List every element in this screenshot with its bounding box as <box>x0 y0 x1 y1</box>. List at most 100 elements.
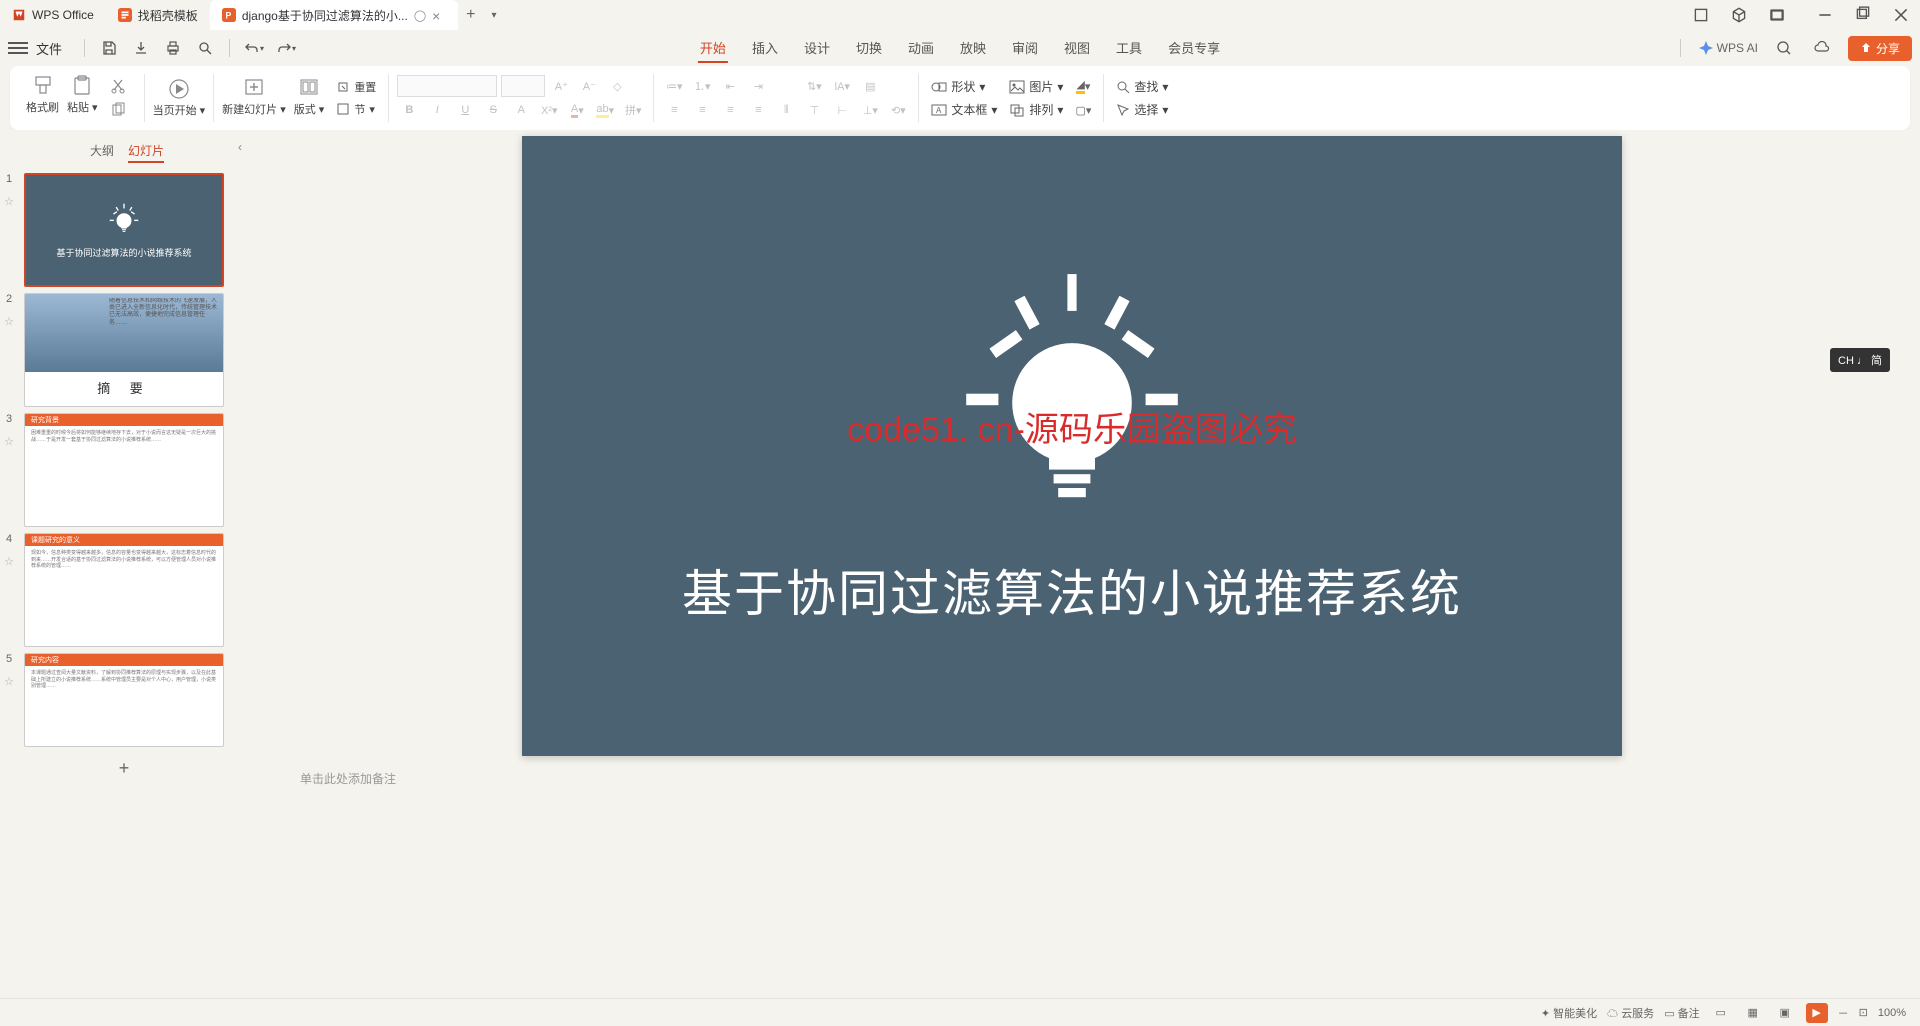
slide-thumb-1[interactable]: 基于协同过滤算法的小说推荐系统 <box>24 173 224 287</box>
align-center-icon[interactable]: ≡ <box>690 99 714 121</box>
distribute-icon[interactable]: ⫴ <box>774 99 798 121</box>
tab-wps-office[interactable]: WPS Office <box>0 0 106 30</box>
tab-insert[interactable]: 插入 <box>750 34 780 63</box>
bold-icon[interactable]: B <box>397 99 421 121</box>
fit-icon[interactable]: ⊡ <box>1859 1006 1868 1019</box>
arrange-button[interactable]: 排列 ▾ <box>1005 99 1067 120</box>
reset-button[interactable]: 重置 <box>332 77 380 97</box>
print-preview-icon[interactable] <box>193 36 217 60</box>
notes-button[interactable]: ▭ 备注 <box>1664 1005 1699 1021</box>
tab-view[interactable]: 视图 <box>1062 34 1092 63</box>
align-bottom-icon[interactable]: ⊥▾ <box>858 99 882 121</box>
strike-icon[interactable]: S <box>481 99 505 121</box>
wps-ai-button[interactable]: WPS AI <box>1699 41 1758 55</box>
slideshow-view-icon[interactable]: ▶ <box>1806 1003 1828 1023</box>
file-menu-button[interactable]: 文件 <box>36 39 62 58</box>
cloud-icon[interactable] <box>1810 36 1834 60</box>
fill-color-icon[interactable]: ◢▾ <box>1071 75 1095 97</box>
tab-tools[interactable]: 工具 <box>1114 34 1144 63</box>
superscript-icon[interactable]: X²▾ <box>537 99 561 121</box>
add-slide-button[interactable]: + <box>24 753 224 783</box>
outline-icon[interactable]: ▢▾ <box>1071 99 1095 121</box>
zoom-level[interactable]: 100% <box>1878 1007 1906 1019</box>
sorter-view-icon[interactable]: ▦ <box>1742 1003 1764 1023</box>
save-icon[interactable] <box>97 36 121 60</box>
print-icon[interactable] <box>161 36 185 60</box>
slides-tab[interactable]: 幻灯片 <box>128 140 164 163</box>
text-direction-icon[interactable]: lA▾ <box>830 75 854 97</box>
pinyin-icon[interactable]: 拼▾ <box>621 99 645 121</box>
highlight-icon[interactable]: ab▾ <box>593 99 617 121</box>
tab-slideshow[interactable]: 放映 <box>958 34 988 63</box>
star-icon[interactable]: ☆ <box>4 675 14 688</box>
tab-transition[interactable]: 切换 <box>854 34 884 63</box>
minimize-icon[interactable] <box>1806 0 1844 30</box>
increase-indent-icon[interactable]: ⇥ <box>746 75 770 97</box>
slide-thumb-3[interactable]: 研究背景 困难重重的时候今后将如何能够继续地存下去，对于小说而言这无疑是一次巨大… <box>24 413 224 527</box>
star-icon[interactable]: ☆ <box>4 555 14 568</box>
tab-menu-icon[interactable]: ◯ <box>414 9 426 22</box>
cut-icon[interactable] <box>106 75 130 97</box>
select-button[interactable]: 选择 ▾ <box>1112 99 1172 120</box>
italic-icon[interactable]: I <box>425 99 449 121</box>
paste-button[interactable]: 粘贴 ▾ <box>67 75 98 121</box>
hamburger-icon[interactable] <box>8 42 28 54</box>
textbox-button[interactable]: A文本框 ▾ <box>927 99 1001 120</box>
columns-icon[interactable]: ▤ <box>858 75 882 97</box>
align-right-icon[interactable]: ≡ <box>718 99 742 121</box>
notes-area[interactable]: 单击此处添加备注 <box>284 756 1860 801</box>
underline-icon[interactable]: U <box>453 99 477 121</box>
add-tab-button[interactable]: + <box>458 6 483 24</box>
tab-design[interactable]: 设计 <box>802 34 832 63</box>
tab-dropdown-icon[interactable]: ▾ <box>484 10 505 21</box>
cloud-service-button[interactable]: ☁ 云服务 <box>1607 1005 1654 1021</box>
share-button[interactable]: 分享 <box>1848 36 1912 61</box>
clear-format-icon[interactable]: ◇ <box>605 75 629 97</box>
play-from-button[interactable]: 当页开始 ▾ <box>153 78 206 118</box>
normal-view-icon[interactable]: ▭ <box>1710 1003 1732 1023</box>
align-justify-icon[interactable]: ≡ <box>746 99 770 121</box>
close-icon[interactable]: × <box>432 8 446 22</box>
align-top-icon[interactable]: ⊤ <box>802 99 826 121</box>
thumbnail-list[interactable]: 1☆ 基于协同过滤算法的小说推荐系统 2☆ 随着信息技术和网络技术的飞速发展，人… <box>0 169 254 996</box>
tab-member[interactable]: 会员专享 <box>1166 34 1222 63</box>
image-button[interactable]: 图片 ▾ <box>1005 76 1067 97</box>
shape-button[interactable]: 形状 ▾ <box>927 76 1001 97</box>
increase-font-icon[interactable]: A⁺ <box>549 75 573 97</box>
font-name-input[interactable] <box>397 75 497 97</box>
undo-icon[interactable]: ▾ <box>242 36 266 60</box>
star-icon[interactable]: ☆ <box>4 435 14 448</box>
win-restore-icon[interactable] <box>1682 0 1720 30</box>
align-left-icon[interactable]: ≡ <box>662 99 686 121</box>
align-middle-icon[interactable]: ⊢ <box>830 99 854 121</box>
reading-view-icon[interactable]: ▣ <box>1774 1003 1796 1023</box>
tab-document[interactable]: P django基于协同过滤算法的小... ◯ × <box>210 0 458 30</box>
chevron-left-icon[interactable]: ‹ <box>238 140 242 154</box>
slide-thumb-4[interactable]: 课题研究的意义 现如今，信息种类变得越来越多，信息的容量也变得越来越大，这标志着… <box>24 533 224 647</box>
win-cube-icon[interactable] <box>1720 0 1758 30</box>
search-icon[interactable] <box>1772 36 1796 60</box>
maximize-icon[interactable] <box>1844 0 1882 30</box>
zoom-out-icon[interactable]: － <box>1838 1005 1849 1021</box>
slide-thumb-5[interactable]: 研究内容 本课题通过查阅大量文献资料，了解到协同推荐算法的原理与实现步骤，以及在… <box>24 653 224 747</box>
format-brush-button[interactable]: 格式刷 <box>26 75 59 121</box>
outline-tab[interactable]: 大纲 <box>90 140 114 163</box>
beautify-button[interactable]: ✦ 智能美化 <box>1541 1005 1597 1021</box>
star-icon[interactable]: ☆ <box>4 195 14 208</box>
section-button[interactable]: 节 ▾ <box>332 99 380 119</box>
copy-icon[interactable] <box>106 99 130 121</box>
layout-button[interactable]: 版式 ▾ <box>294 77 325 119</box>
close-window-icon[interactable] <box>1882 0 1920 30</box>
export-icon[interactable] <box>129 36 153 60</box>
win-skin-icon[interactable] <box>1758 0 1796 30</box>
slide-thumb-2[interactable]: 随着信息技术和网络技术的飞速发展，人类已进入全新信息化时代，传统管理技术已无法高… <box>24 293 224 407</box>
tab-template[interactable]: 找稻壳模板 <box>106 0 210 30</box>
bullets-icon[interactable]: ≔▾ <box>662 75 686 97</box>
tab-review[interactable]: 审阅 <box>1010 34 1040 63</box>
tab-animation[interactable]: 动画 <box>906 34 936 63</box>
find-button[interactable]: 查找 ▾ <box>1112 76 1172 97</box>
new-slide-button[interactable]: 新建幻灯片 ▾ <box>222 77 286 119</box>
decrease-indent-icon[interactable]: ⇤ <box>718 75 742 97</box>
tab-home[interactable]: 开始 <box>698 34 728 63</box>
numbering-icon[interactable]: ⒈▾ <box>690 75 714 97</box>
